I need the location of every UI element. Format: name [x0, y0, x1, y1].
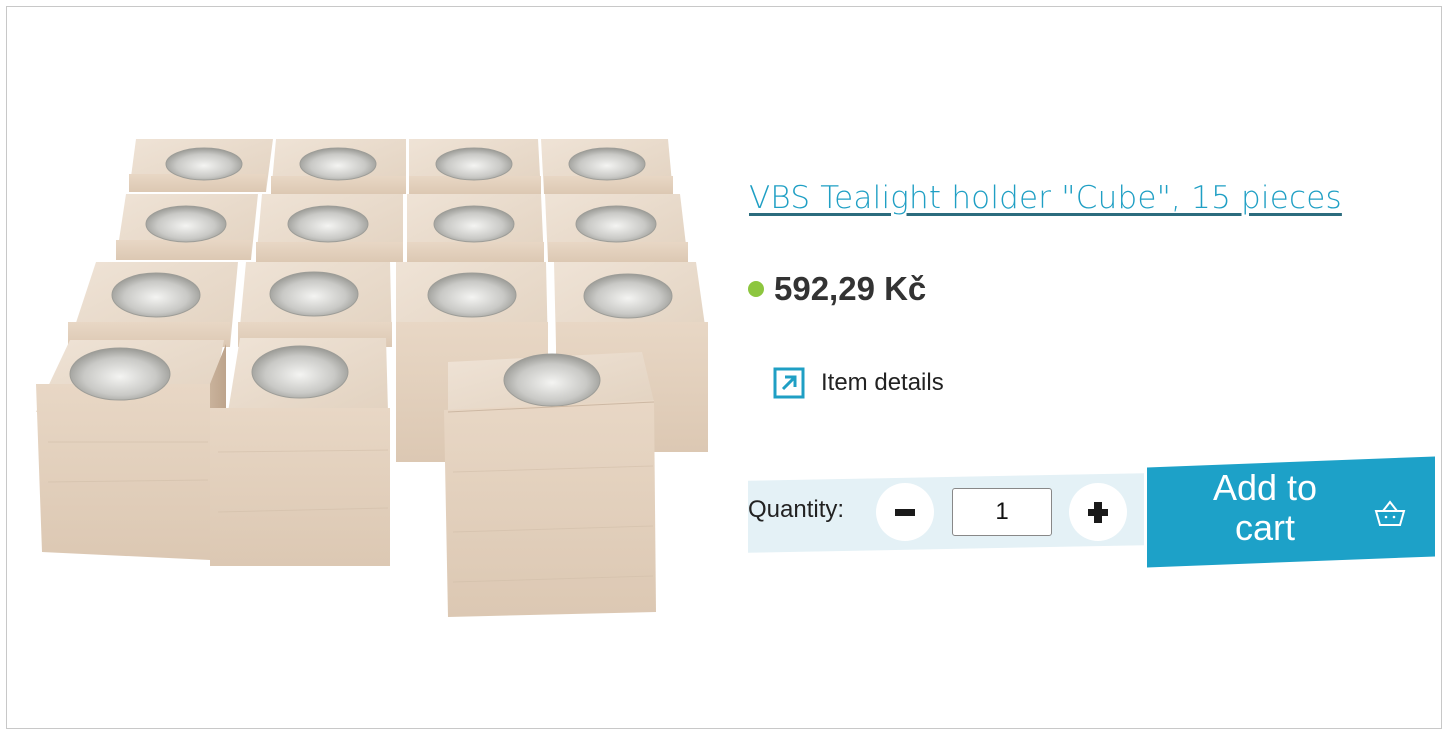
quantity-input[interactable] [952, 488, 1052, 536]
price-row: 592,29 Kč [748, 270, 926, 308]
external-link-icon [773, 367, 805, 399]
quantity-label: Quantity: [748, 496, 845, 523]
product-title-link[interactable]: VBS Tealight holder "Cube", 15 pieces [749, 180, 1342, 216]
add-to-cart-label: Add to cart [1212, 467, 1318, 548]
product-price: 592,29 Kč [774, 270, 927, 307]
product-image[interactable] [28, 112, 728, 632]
item-details-label: Item details [821, 369, 944, 396]
basket-icon [1374, 500, 1406, 526]
quantity-decrease-button[interactable] [876, 483, 934, 541]
item-details-link[interactable]: Item details [773, 367, 944, 399]
stock-status-dot [748, 281, 764, 297]
tealight-cubes-photo [36, 139, 708, 617]
add-to-cart-button[interactable]: Add to cart [1147, 462, 1435, 570]
quantity-increase-button[interactable] [1069, 483, 1127, 541]
